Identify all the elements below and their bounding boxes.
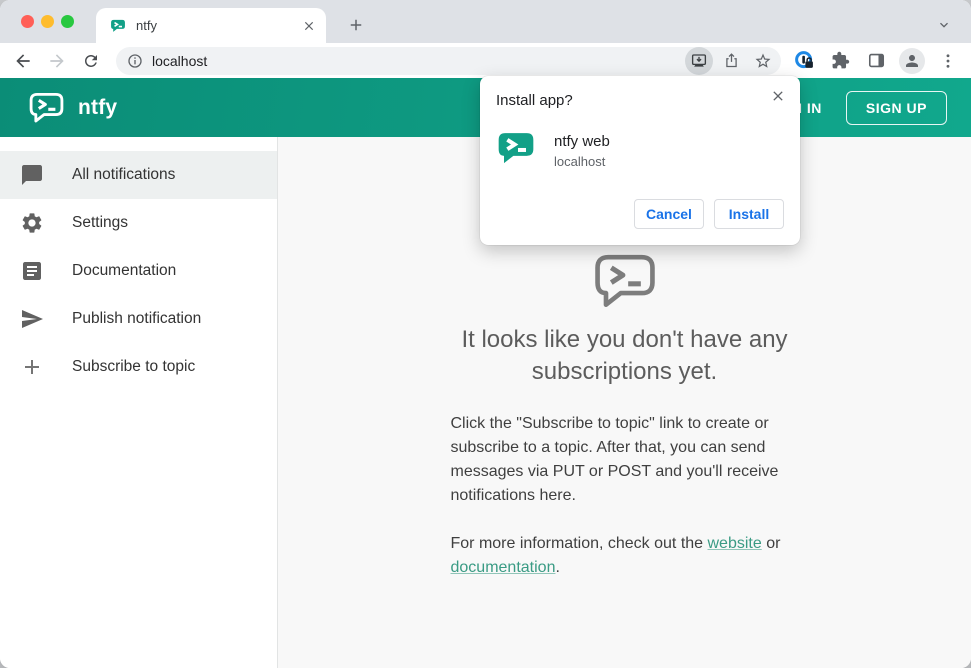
dialog-close-button[interactable] [768,86,788,106]
sidebar-item-label: Settings [72,214,129,231]
privacy-extension-button[interactable] [791,48,817,74]
reload-button[interactable] [74,46,108,76]
bookmark-button[interactable] [749,47,777,75]
app-brand-title: ntfy [78,95,118,119]
sign-up-button[interactable]: SIGN UP [845,90,947,125]
extensions-button[interactable] [827,48,853,74]
sidebar-item-label: Subscribe to topic [72,358,196,375]
tab-strip: ntfy [0,0,971,43]
dialog-app-text: ntfy web localhost [554,130,610,169]
install-app-icon [691,53,707,67]
empty-state-heading: It looks like you don't have any subscrip… [461,326,788,385]
ntfy-app-icon [498,133,534,164]
page-info-icon[interactable] [127,53,143,69]
share-button[interactable] [717,47,745,75]
browser-actions [791,47,961,74]
sidebar-item-label: All notifications [72,166,176,183]
website-link[interactable]: website [708,535,762,552]
sidebar-item-subscribe-to-topic[interactable]: Subscribe to topic [0,343,277,391]
article-icon [23,262,41,280]
address-bar[interactable]: localhost [116,46,781,75]
sidebar-item-label: Documentation [72,262,177,279]
more-info-text: For more information, check out the [450,535,708,552]
close-icon [773,91,783,101]
sidebar-item-documentation[interactable]: Documentation [0,247,277,295]
reload-icon [84,54,97,67]
window-controls [21,15,74,28]
more-info-text: . [555,559,560,576]
browser-menu-button[interactable] [935,48,961,74]
star-icon [755,53,771,68]
dialog-app-row: ntfy web localhost [496,130,784,169]
profile-avatar-icon [906,54,918,67]
url-text: localhost [152,52,208,69]
profile-button[interactable] [899,47,925,74]
forward-button[interactable] [40,46,74,76]
browser-toolbar: localhost [0,43,971,78]
share-icon [725,53,737,68]
window-minimize-button[interactable] [41,15,54,28]
side-panel-button[interactable] [863,48,889,74]
browser-tab[interactable]: ntfy [96,8,326,43]
sidebar-item-label: Publish notification [72,310,202,327]
forward-arrow-icon [50,53,64,68]
empty-state-paragraph: Click the "Subscribe to topic" link to c… [450,415,779,504]
tab-close-button[interactable] [300,17,318,35]
dialog-app-name: ntfy web [554,133,610,150]
sidebar: All notifications Settings Documentation… [0,137,278,668]
dialog-title: Install app? [496,92,573,109]
ntfy-watermark-icon [594,254,655,308]
sidebar-item-publish-notification[interactable]: Publish notification [0,295,277,343]
new-tab-button[interactable] [344,13,368,37]
back-arrow-icon [16,53,30,68]
documentation-link[interactable]: documentation [451,559,556,576]
window-zoom-button[interactable] [61,15,74,28]
close-icon [304,21,314,30]
browser-window: ntfy localhost ntfy IN SIGN UP All notif… [0,0,971,668]
tab-search-button[interactable] [933,14,955,36]
back-button[interactable] [6,46,40,76]
install-button[interactable]: Install [714,199,784,229]
send-icon [22,310,43,328]
dialog-buttons: Cancel Install [496,199,784,229]
plus-icon [25,360,39,374]
three-dot-menu-icon [946,53,950,68]
ntfy-logo-icon [29,92,64,122]
dialog-app-origin: localhost [554,154,606,169]
empty-state-more-info: For more information, check out the webs… [451,532,799,580]
sidebar-item-all-notifications[interactable]: All notifications [0,151,277,199]
more-info-text: or [761,535,781,552]
install-app-dialog: Install app? ntfy web localhost Cancel I… [480,76,800,245]
ntfy-favicon-icon [111,19,125,32]
cancel-button[interactable]: Cancel [634,199,704,229]
chevron-down-icon [940,22,948,28]
plus-icon [350,19,362,31]
puzzle-icon [832,51,849,69]
privacy-extension-icon [794,51,813,69]
side-panel-icon [868,53,884,68]
sidebar-item-settings[interactable]: Settings [0,199,277,247]
omnibox-actions [685,46,777,75]
gear-icon [22,213,42,233]
chat-icon [22,165,42,185]
window-close-button[interactable] [21,15,34,28]
install-app-button[interactable] [685,46,713,75]
tab-title: ntfy [136,18,157,33]
